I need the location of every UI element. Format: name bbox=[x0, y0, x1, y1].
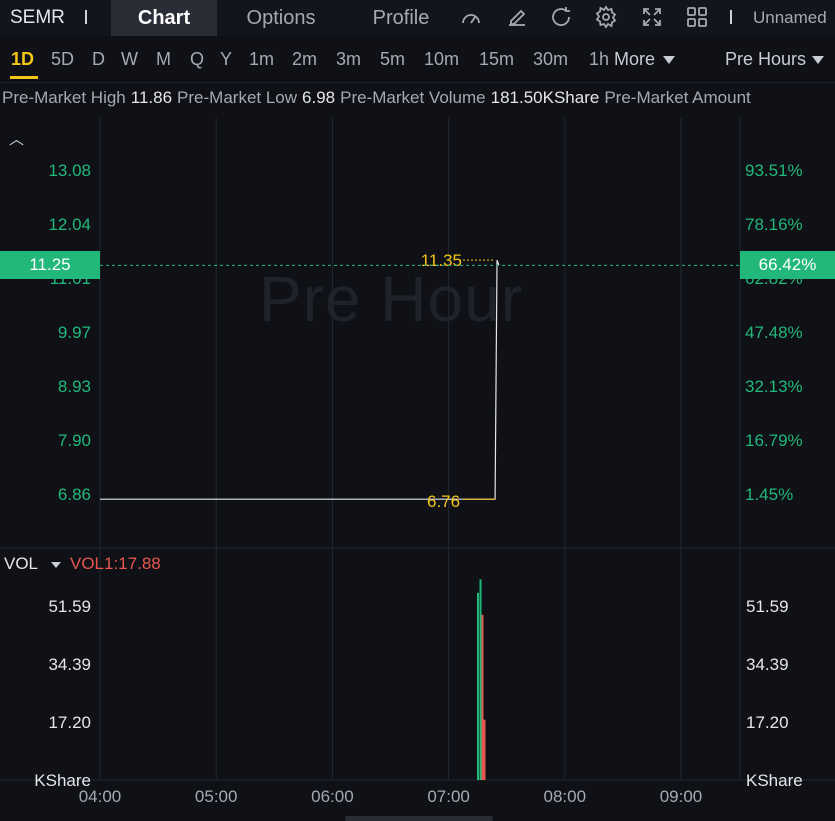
time-tick-label: 06:00 bbox=[311, 787, 354, 806]
volume-bar bbox=[477, 592, 479, 780]
volume-tick-label: 34.39 bbox=[746, 655, 789, 674]
high-annotation: 11.35 bbox=[421, 251, 462, 270]
volume-tick-label: 34.39 bbox=[48, 655, 91, 674]
percent-tick-label: 78.16% bbox=[745, 215, 803, 234]
price-tick-label: 7.90 bbox=[58, 431, 91, 450]
chevron-down-icon[interactable] bbox=[51, 562, 61, 568]
current-price-tag: 11.25 bbox=[0, 251, 100, 279]
volume-bar bbox=[479, 579, 482, 780]
percent-tick-label: 47.48% bbox=[745, 323, 803, 342]
vol-title[interactable]: VOL bbox=[4, 554, 38, 574]
volume-tick-label: 51.59 bbox=[48, 597, 91, 616]
price-chart[interactable]: 04:00 05:00 06:00 07:00 08:00 09:0013.08 93.51… bbox=[0, 0, 835, 821]
volume-bar bbox=[481, 614, 484, 780]
time-tick-label: 08:00 bbox=[544, 787, 587, 806]
price-tick-label: 13.08 bbox=[48, 161, 91, 180]
volume-tick-label: 51.59 bbox=[746, 597, 789, 616]
volume-tick-label: 17.20 bbox=[746, 713, 789, 732]
volume-bar bbox=[483, 719, 486, 780]
time-scroll-handle[interactable] bbox=[345, 816, 493, 821]
percent-tick-label: 32.13% bbox=[745, 377, 803, 396]
price-tick-label: 8.93 bbox=[58, 377, 91, 396]
time-tick-label: 09:00 bbox=[660, 787, 703, 806]
price-tick-label: 6.86 bbox=[58, 485, 91, 504]
price-tick-label: 9.97 bbox=[58, 323, 91, 342]
time-tick-label: 05:00 bbox=[195, 787, 238, 806]
volume-unit-label: KShare bbox=[34, 771, 91, 790]
percent-tick-label: 16.79% bbox=[745, 431, 803, 450]
volume-unit-label: KShare bbox=[746, 771, 803, 790]
current-pct-tag: 66.42% bbox=[740, 251, 835, 279]
vol-value: VOL1:17.88 bbox=[70, 554, 161, 573]
percent-tick-label: 1.45% bbox=[745, 485, 793, 504]
time-tick-label: 07:00 bbox=[427, 787, 470, 806]
price-tick-label: 12.04 bbox=[48, 215, 91, 234]
percent-tick-label: 93.51% bbox=[745, 161, 803, 180]
low-annotation: 6.76 bbox=[427, 492, 460, 511]
price-line-series bbox=[100, 259, 500, 500]
volume-tick-label: 17.20 bbox=[48, 713, 91, 732]
